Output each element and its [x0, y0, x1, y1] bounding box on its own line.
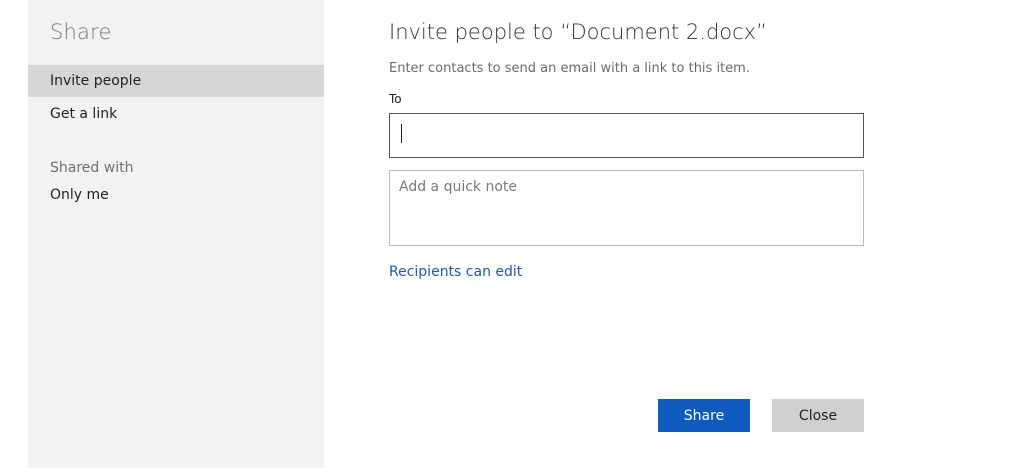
- to-label: To: [389, 92, 402, 106]
- shared-with-heading: Shared with: [50, 160, 134, 176]
- close-button[interactable]: Close: [772, 399, 864, 432]
- sidebar-item-get-a-link[interactable]: Get a link: [28, 98, 324, 130]
- share-button[interactable]: Share: [658, 399, 750, 432]
- shared-with-value: Only me: [50, 187, 109, 203]
- to-input[interactable]: [389, 113, 864, 158]
- recipients-can-edit-link[interactable]: Recipients can edit: [389, 264, 522, 280]
- page-title: Invite people to “Document 2.docx”: [389, 20, 767, 44]
- quick-note-field[interactable]: [389, 170, 864, 246]
- sidebar: Share Invite people Get a link Shared wi…: [28, 0, 324, 468]
- sidebar-item-invite-people[interactable]: Invite people: [28, 65, 324, 97]
- sidebar-title: Share: [50, 20, 112, 44]
- text-caret: [401, 124, 402, 143]
- page-description: Enter contacts to send an email with a l…: [389, 61, 750, 76]
